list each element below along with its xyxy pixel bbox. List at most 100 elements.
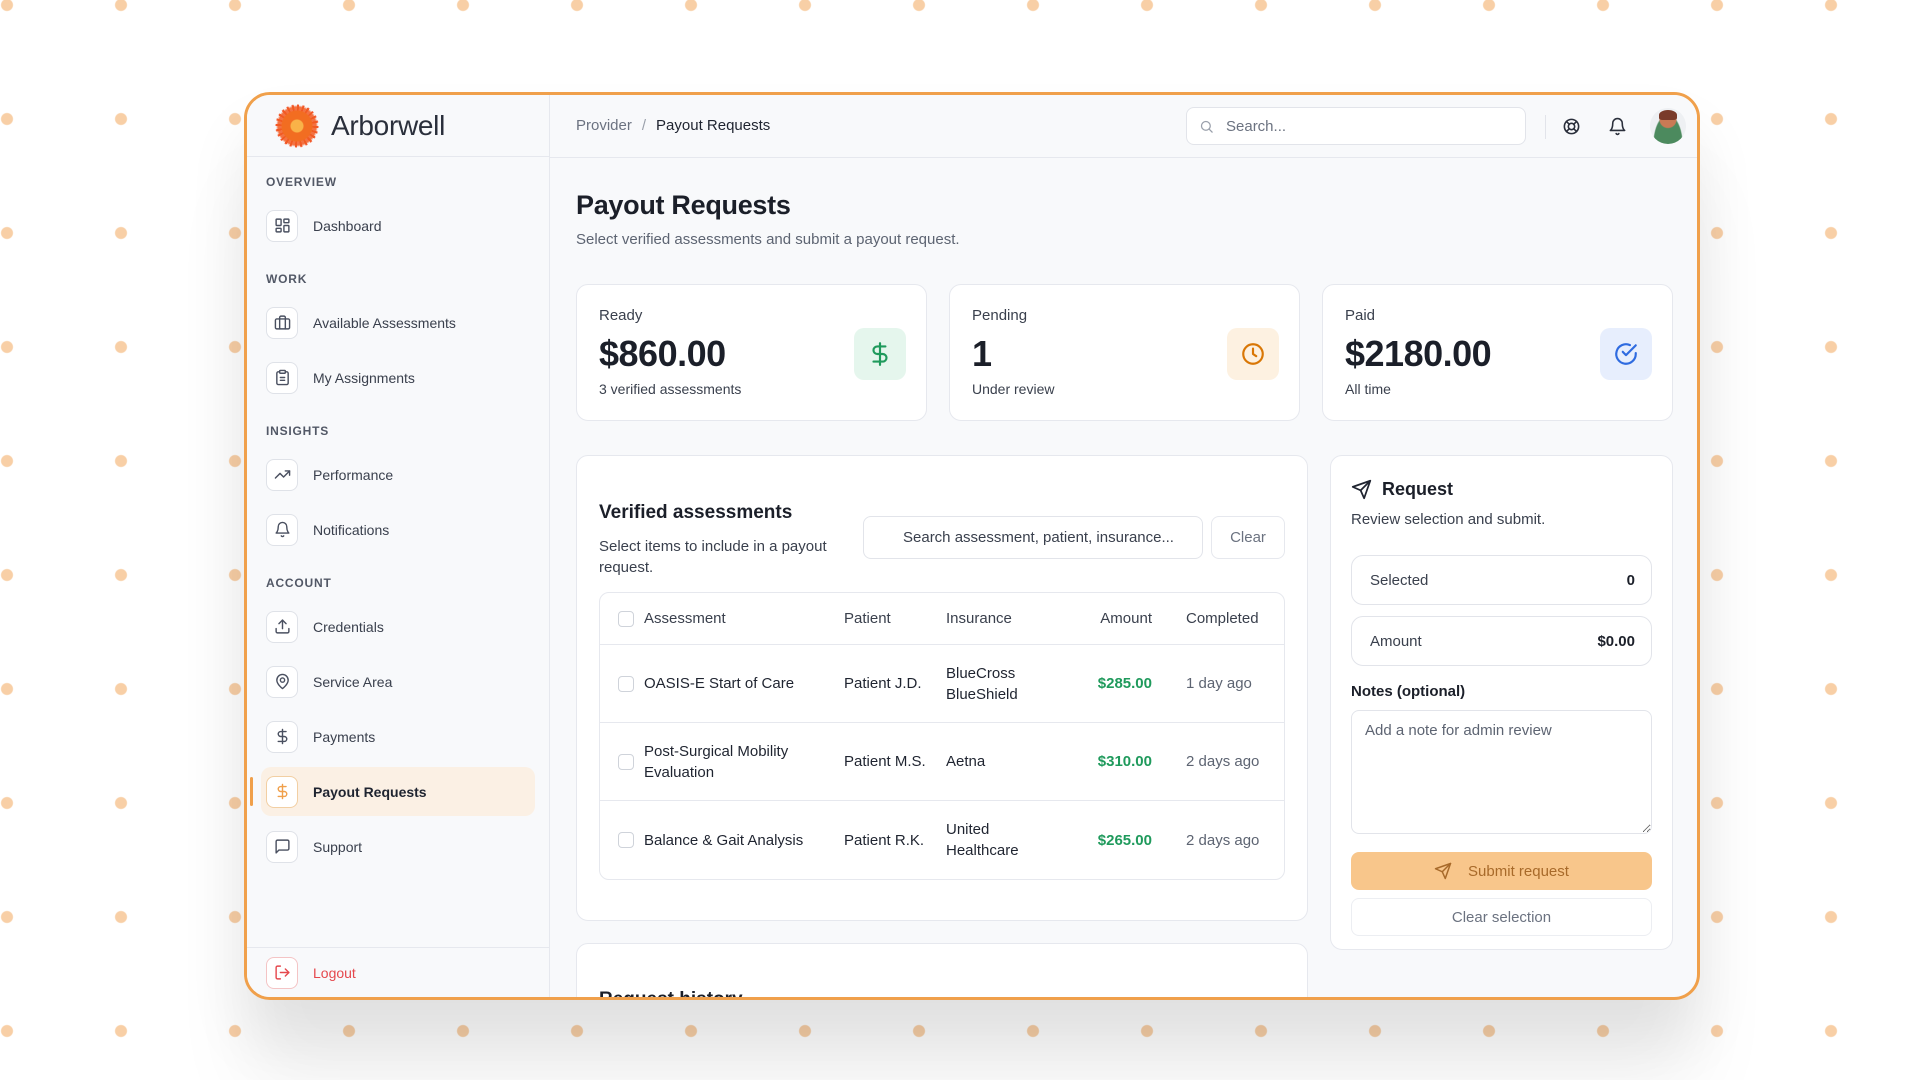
search-icon [1200,120,1213,133]
global-search [1186,107,1526,145]
content-row: Verified assessments Select items to inc… [576,455,1673,997]
cell-insurance: Aetna [946,753,986,770]
breadcrumb-parent[interactable]: Provider [576,117,632,134]
sidebar-item-service-area[interactable]: Service Area [261,657,535,706]
request-title: Request [1351,479,1652,500]
table-header: Assessment Patient Insurance Amount Comp… [600,593,1284,645]
submit-request-button[interactable]: Submit request [1351,852,1652,890]
table-row[interactable]: Balance & Gait Analysis Patient R.K. Uni… [600,801,1284,879]
stat-label: Ready [599,307,643,324]
assessment-search [863,516,1203,559]
stat-card-pending: Pending 1 Under review [949,284,1300,421]
logout-icon [266,956,298,989]
page-subtitle: Select verified assessments and submit a… [576,231,960,248]
nav-section-account: ACCOUNT [266,576,332,590]
avatar[interactable] [1650,108,1686,144]
brand[interactable]: Arborwell [247,95,549,157]
amount-label: Amount [1370,632,1422,650]
message-icon [266,830,298,863]
nav-section-insights: INSIGHTS [266,424,330,438]
cell-completed: 1 day ago [1186,675,1252,692]
sidebar-item-credentials[interactable]: Credentials [261,602,535,651]
sidebar-item-my-assignments[interactable]: My Assignments [261,353,535,402]
help-button[interactable] [1557,112,1585,140]
sidebar-item-label: My Assignments [313,369,415,386]
row-checkbox[interactable] [618,832,634,848]
logout-button[interactable]: Logout [247,947,549,997]
cell-insurance: BlueCross BlueShield [946,664,1018,703]
sidebar-item-support[interactable]: Support [261,822,535,871]
dollar-icon [266,775,298,808]
panel-subtitle: Select items to include in a payout requ… [599,538,827,576]
row-checkbox[interactable] [618,675,634,692]
stats-row: Ready $860.00 3 verified assessments Pen… [576,284,1673,421]
sidebar-item-dashboard[interactable]: Dashboard [261,201,535,250]
lifebuoy-icon [1563,118,1579,134]
column-header[interactable]: Patient [844,608,946,629]
clock-icon [1227,328,1279,380]
page-content: Payout Requests Select verified assessme… [550,190,1697,997]
sidebar-item-label: Available Assessments [313,314,456,331]
amount-row: Amount $0.00 [1351,616,1652,666]
column-header[interactable]: Completed [1152,610,1264,627]
cell-completed: 2 days ago [1186,831,1260,849]
notes-label: Notes (optional) [1351,683,1466,700]
logout-label: Logout [313,964,356,981]
sidebar-item-notifications[interactable]: Notifications [261,505,535,554]
cell-patient: Patient J.D. [844,675,922,692]
sidebar-item-label: Performance [313,466,394,483]
cell-patient: Patient M.S. [844,753,926,770]
column-header[interactable]: Amount [1066,610,1152,627]
sidebar-item-payments[interactable]: Payments [261,712,535,761]
sidebar: Arborwell OVERVIEW Dashboard WORK Availa… [247,95,550,997]
request-title-text: Request [1382,479,1454,499]
stat-note: All time [1345,381,1391,397]
row-checkbox[interactable] [618,753,634,770]
cell-patient: Patient R.K. [844,831,925,849]
bell-icon [1609,117,1625,135]
cell-amount: $310.00 [1097,753,1152,770]
sidebar-item-label: Credentials [313,618,384,635]
send-icon [1434,862,1452,880]
cell-amount: $285.00 [1097,675,1152,692]
briefcase-icon [266,306,298,339]
notifications-button[interactable] [1603,112,1631,140]
stat-label: Paid [1345,307,1376,324]
sidebar-item-performance[interactable]: Performance [261,450,535,499]
selected-label: Selected [1370,571,1429,589]
sidebar-item-payout-requests[interactable]: Payout Requests [250,767,535,816]
cell-insurance: United Healthcare [946,821,1019,859]
clear-selection-button[interactable]: Clear selection [1351,898,1652,936]
notes-textarea[interactable] [1351,710,1652,834]
stat-note: Under review [972,381,1055,397]
cell-assessment: Balance & Gait Analysis [644,831,804,849]
table-row[interactable]: Post-Surgical Mobility Evaluation Patien… [600,723,1284,801]
amount-value: $0.00 [1597,632,1635,650]
column-header[interactable]: Assessment [644,608,844,629]
sidebar-item-label: Payments [313,728,376,745]
cell-assessment: OASIS-E Start of Care [644,675,795,692]
select-all-checkbox[interactable] [618,610,634,627]
map-pin-icon [266,665,298,698]
check-circle-icon [1600,328,1652,380]
dollar-icon [266,720,298,753]
global-search-input[interactable] [1226,117,1506,135]
sidebar-item-label: Dashboard [313,217,382,234]
clear-search-button[interactable]: Clear [1211,516,1285,559]
assessments-table: Assessment Patient Insurance Amount Comp… [599,592,1285,880]
breadcrumb: Provider / Payout Requests [576,117,770,135]
assessment-search-input[interactable] [903,529,1193,546]
table-row[interactable]: OASIS-E Start of Care Patient J.D. BlueC… [600,645,1284,723]
selected-value: 0 [1626,571,1635,589]
brand-logo [275,103,319,148]
cell-assessment: Post-Surgical Mobility Evaluation [644,742,789,781]
stat-label: Pending [972,307,1028,324]
dashboard-icon [266,209,298,242]
sidebar-item-available-assessments[interactable]: Available Assessments [261,298,535,347]
column-header[interactable]: Insurance [946,608,1066,629]
submit-request-label: Submit request [1468,862,1569,880]
bell-icon [266,513,298,546]
stat-card-paid: Paid $2180.00 All time [1322,284,1673,421]
request-history-panel: Request history [576,943,1308,997]
sidebar-nav: OVERVIEW Dashboard WORK Available Assess… [247,157,549,871]
